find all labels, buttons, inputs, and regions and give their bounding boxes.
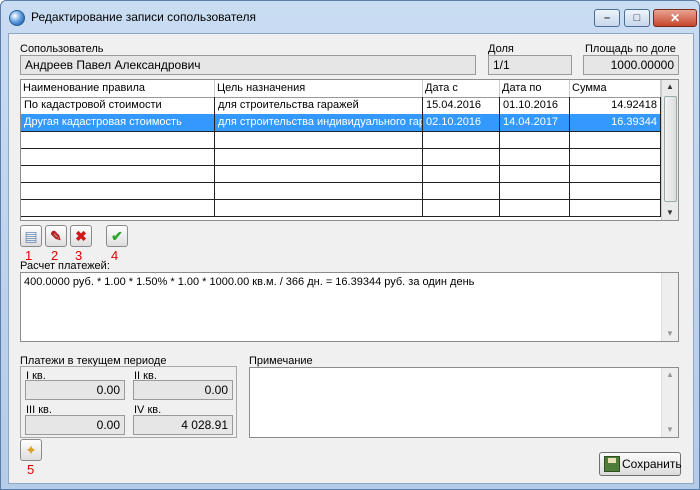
cell-date-to[interactable] [500, 148, 570, 165]
column-header-date-from[interactable]: Дата с [423, 80, 500, 97]
cell-sum[interactable] [570, 148, 661, 165]
column-header-sum[interactable]: Сумма [570, 80, 661, 97]
grid-header: Наименование правила Цель назначения Дат… [21, 80, 661, 98]
cell-date-from[interactable] [423, 182, 500, 199]
cell-date-from[interactable] [423, 199, 500, 216]
table-row[interactable]: По кадастровой стоимости для строительств… [21, 97, 661, 115]
q4-field[interactable]: 4 028.91 [133, 415, 233, 435]
note-scroll-up-icon[interactable]: ▲ [662, 368, 678, 382]
cell-purpose[interactable] [215, 199, 423, 216]
cell-date-to[interactable] [500, 165, 570, 182]
table-row[interactable] [21, 131, 661, 149]
confirm-button[interactable]: ✔ [106, 225, 128, 247]
cell-date-to[interactable]: 01.10.2016 [500, 97, 570, 114]
edit-record-window: Редактирование записи сопользователя – □… [0, 0, 700, 490]
cell-rule[interactable]: По кадастровой стоимости [21, 97, 215, 114]
table-row[interactable] [21, 148, 661, 166]
cell-rule[interactable] [21, 182, 215, 199]
table-row[interactable] [21, 165, 661, 183]
share-field[interactable]: 1/1 [488, 55, 572, 75]
cell-sum[interactable]: 14.92418 [570, 97, 661, 114]
cell-date-to[interactable] [500, 182, 570, 199]
column-header-date-to[interactable]: Дата по [500, 80, 570, 97]
rules-grid[interactable]: Наименование правила Цель назначения Дат… [20, 79, 679, 221]
share-label: Доля [488, 43, 514, 55]
cell-sum[interactable] [570, 182, 661, 199]
scroll-up-icon[interactable]: ▲ [662, 80, 678, 94]
new-document-icon: ✦ [25, 442, 37, 458]
cell-date-from[interactable]: 15.04.2016 [423, 97, 500, 114]
cell-date-from[interactable] [423, 131, 500, 148]
calc-text: 400.0000 руб. * 1.00 * 1.50% * 1.00 * 10… [24, 276, 475, 288]
pencil-icon: ✎ [50, 228, 62, 244]
calc-scrollbar[interactable]: ▼ [661, 273, 678, 341]
add-rule-button[interactable]: ▤ [20, 225, 42, 247]
app-icon [9, 10, 25, 26]
scroll-down-icon[interactable]: ▼ [662, 206, 678, 220]
cell-purpose[interactable] [215, 182, 423, 199]
calc-scroll-down-icon[interactable]: ▼ [662, 327, 678, 341]
save-button[interactable]: Сохранить [599, 452, 682, 476]
save-icon [604, 456, 620, 472]
table-row[interactable] [21, 199, 661, 217]
cell-date-from[interactable] [423, 148, 500, 165]
edit-rule-button[interactable]: ✎ [45, 225, 67, 247]
column-header-rule[interactable]: Наименование правила [21, 80, 215, 97]
cell-rule[interactable] [21, 199, 215, 216]
area-label: Площадь по доле [585, 43, 676, 55]
cell-purpose[interactable] [215, 148, 423, 165]
note-textarea[interactable]: ▲ ▼ [249, 367, 679, 438]
cell-purpose[interactable] [215, 131, 423, 148]
note-scrollbar[interactable]: ▲ ▼ [661, 368, 678, 437]
marker-5: 5 [27, 462, 35, 477]
table-row[interactable]: Другая кадастровая стоимость для строител… [21, 114, 661, 132]
q3-field[interactable]: 0.00 [25, 415, 125, 435]
cell-sum[interactable] [570, 199, 661, 216]
cell-date-from[interactable]: 02.10.2016 [423, 114, 500, 131]
scroll-thumb[interactable] [664, 96, 677, 202]
owner-field[interactable]: Андреев Павел Александрович [20, 55, 476, 75]
calc-label: Расчет платежей: [20, 260, 110, 272]
note-label: Примечание [249, 355, 313, 367]
new-document-button[interactable]: ✦ [20, 439, 42, 461]
cell-sum[interactable]: 16.39344 [570, 114, 661, 131]
document-add-icon: ▤ [24, 228, 38, 244]
cell-rule[interactable] [21, 148, 215, 165]
column-header-purpose[interactable]: Цель назначения [215, 80, 423, 97]
q2-field[interactable]: 0.00 [133, 380, 233, 400]
cell-purpose[interactable]: для строительства гаражей [215, 97, 423, 114]
cell-rule[interactable] [21, 131, 215, 148]
note-scroll-down-icon[interactable]: ▼ [662, 423, 678, 437]
owner-label: Сопользователь [20, 43, 104, 55]
cell-sum[interactable] [570, 131, 661, 148]
grid-scrollbar[interactable]: ▲ ▼ [661, 80, 678, 220]
minimize-icon: – [603, 12, 611, 24]
checkmark-icon: ✔ [111, 228, 123, 244]
delete-rule-button[interactable]: ✖ [70, 225, 92, 247]
cell-rule[interactable]: Другая кадастровая стоимость [21, 114, 215, 131]
calc-textarea[interactable]: 400.0000 руб. * 1.00 * 1.50% * 1.00 * 10… [20, 272, 679, 342]
cell-date-to[interactable] [500, 199, 570, 216]
cell-date-from[interactable] [423, 165, 500, 182]
area-field[interactable]: 1000.00000 [583, 55, 679, 75]
maximize-icon: □ [633, 12, 641, 24]
cell-date-to[interactable]: 14.04.2017 [500, 114, 570, 131]
maximize-button[interactable]: □ [624, 9, 650, 27]
delete-x-icon: ✖ [75, 228, 87, 244]
title-bar[interactable]: Редактирование записи сопользователя – □… [1, 1, 699, 33]
cell-date-to[interactable] [500, 131, 570, 148]
marker-4: 4 [111, 248, 119, 263]
cell-sum[interactable] [570, 165, 661, 182]
minimize-button[interactable]: – [594, 9, 620, 27]
table-row[interactable] [21, 182, 661, 200]
cell-purpose[interactable] [215, 165, 423, 182]
q1-field[interactable]: 0.00 [25, 380, 125, 400]
client-area: Сопользователь Андреев Павел Александров… [8, 33, 694, 484]
cell-purpose[interactable]: для строительства индивидуального гаража [215, 114, 423, 131]
close-button[interactable]: ✕ [653, 9, 697, 27]
close-icon: ✕ [669, 11, 681, 25]
cell-rule[interactable] [21, 165, 215, 182]
save-button-label: Сохранить [622, 457, 682, 471]
window-title: Редактирование записи сопользователя [31, 10, 256, 24]
